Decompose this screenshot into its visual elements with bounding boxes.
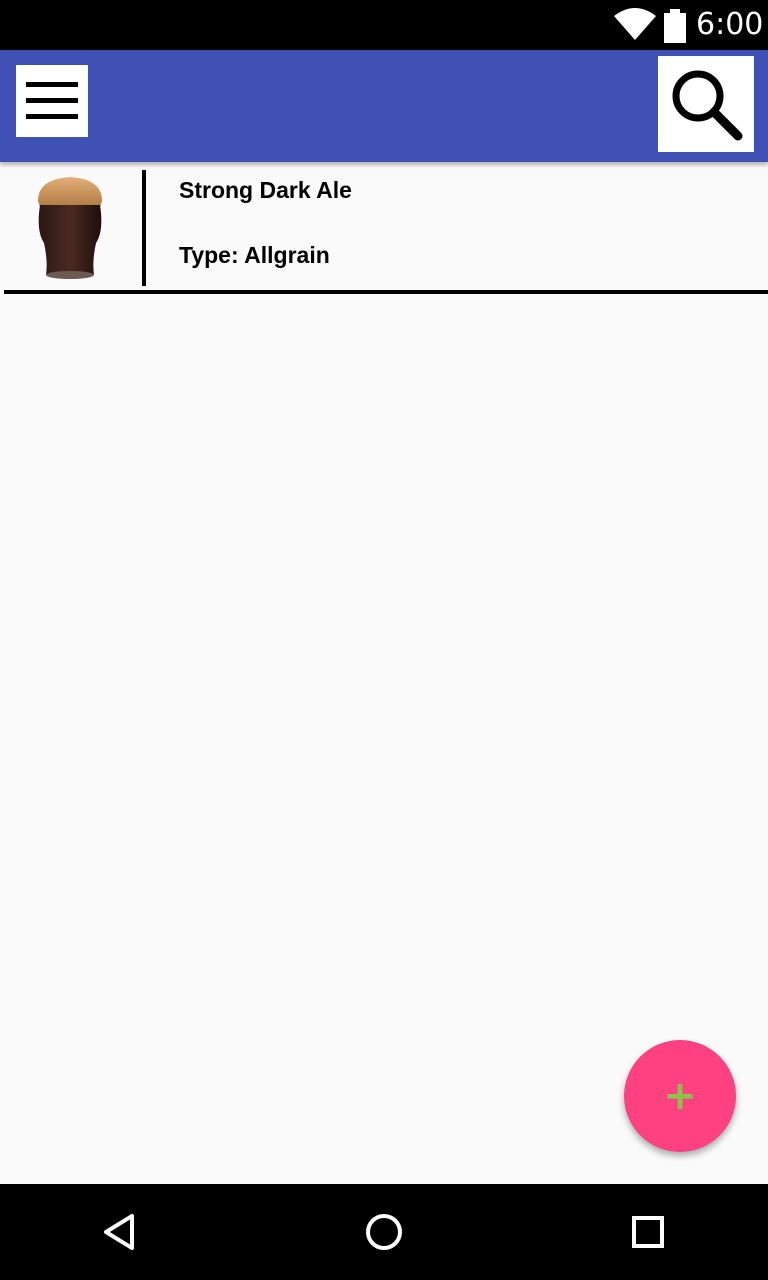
search-button[interactable] xyxy=(658,56,754,152)
plus-icon: + xyxy=(663,1073,697,1119)
battery-icon xyxy=(664,9,686,43)
item-divider xyxy=(142,170,146,286)
recents-icon[interactable] xyxy=(624,1208,672,1256)
dark-ale-glass-image xyxy=(38,177,102,279)
status-bar: 6:00 xyxy=(0,0,768,50)
search-icon xyxy=(672,70,743,141)
menu-icon-line xyxy=(26,82,78,87)
menu-button[interactable] xyxy=(16,65,88,137)
recipe-list-item[interactable]: Strong Dark Ale Type: Allgrain xyxy=(0,165,768,290)
home-icon[interactable] xyxy=(360,1208,408,1256)
menu-icon-line xyxy=(26,98,78,103)
navigation-bar xyxy=(0,1184,768,1280)
menu-icon-line xyxy=(26,114,78,119)
recipe-name: Strong Dark Ale xyxy=(179,177,352,203)
recipe-type: Type: Allgrain xyxy=(179,242,330,268)
list-divider xyxy=(4,290,768,294)
add-recipe-button[interactable]: + xyxy=(624,1040,736,1152)
back-icon[interactable] xyxy=(96,1208,144,1256)
status-time: 6:00 xyxy=(696,7,764,42)
wifi-icon xyxy=(614,8,656,40)
app-bar xyxy=(0,50,768,162)
